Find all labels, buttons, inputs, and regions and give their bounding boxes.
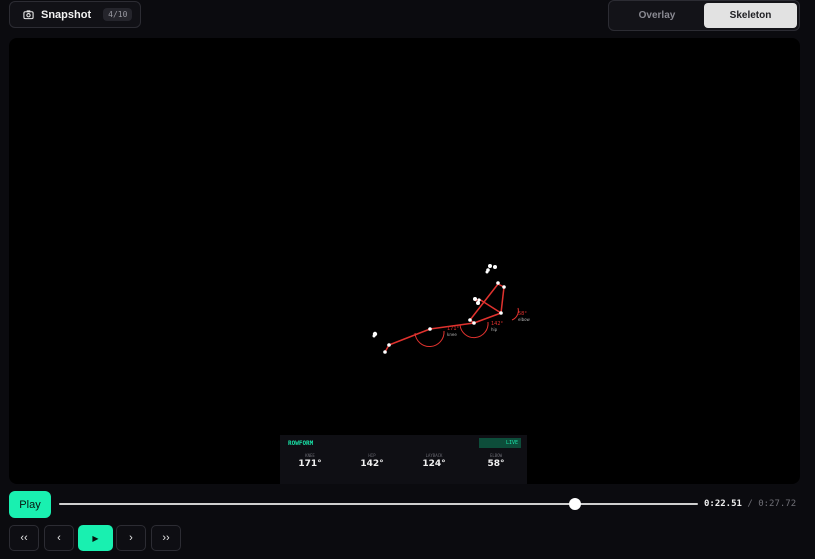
snapshot-button[interactable]: Snapshot 4/10 [9,1,141,28]
knee-name-label: knee [447,332,457,337]
skeleton-joint [372,334,376,338]
timeline-track[interactable] [59,503,698,505]
skeleton-joint [502,285,506,289]
skeleton-joint [472,321,476,325]
skeleton-joint [387,343,391,347]
stat-value: 142° [360,459,384,469]
skeleton-joint [493,265,497,269]
camera-icon [23,9,34,20]
timeline-thumb[interactable] [569,498,582,510]
stat-knee: KNEE 171° [288,453,332,469]
skeleton-bone [388,328,431,346]
stat-layback: LAYBACK 124° [412,453,456,469]
skeleton-joint [496,281,500,285]
current-time: 0:22.51 [704,499,742,509]
time-separator: / [747,499,753,509]
stat-elbow: ELBOW 58° [474,453,518,469]
skeleton-joint [488,264,492,268]
step-forward-button[interactable]: › [116,525,146,551]
stat-key: KNEE [305,453,315,458]
stats-panel: ROWFORM LIVE KNEE 171° HIP 142° LAYBACK … [280,435,527,484]
skeleton-overlay: 171° knee 142° hip 58° elbow [372,264,531,354]
skeleton-joint [476,301,480,305]
skeleton-bone [478,298,502,314]
stat-value: 124° [422,459,446,469]
skeleton-joint [468,318,472,322]
timeline-scrubber[interactable] [59,496,698,512]
play-button[interactable]: Play [9,491,51,518]
skeleton-joint [473,297,477,301]
step-back-button[interactable]: ‹ [44,525,74,551]
skeleton-joint [477,298,481,302]
stat-key: ELBOW [489,453,503,458]
stat-key: HIP [368,453,376,458]
stat-value: 171° [298,459,322,469]
play-icon-button[interactable]: ▶ [78,525,113,551]
stat-value: 58° [487,459,505,469]
skeleton-joint [428,327,432,331]
skeleton-joint [485,270,489,274]
live-badge: LIVE [479,438,521,448]
video-stage[interactable]: 171° knee 142° hip 58° elbow ROWFORM LIV… [9,38,800,484]
skip-forward-button[interactable]: ›› [151,525,181,551]
total-time: 0:27.72 [758,499,797,509]
time-display: 0:22.51 / 0:27.72 [704,499,796,509]
stat-key: LAYBACK [425,453,443,458]
view-mode-toggle: Overlay Skeleton [608,0,800,31]
skip-back-button[interactable]: ‹‹ [9,525,39,551]
skeleton-joint [499,311,503,315]
snapshot-label: Snapshot [41,8,92,21]
stats-brand: ROWFORM [288,440,314,447]
snapshot-count: 4/10 [103,8,133,21]
skeleton-bone [500,286,505,314]
mode-overlay-button[interactable]: Overlay [612,3,702,28]
mode-skeleton-button[interactable]: Skeleton [704,3,797,28]
stat-hip: HIP 142° [350,453,394,469]
elbow-name-label: elbow [518,317,531,322]
hip-name-label: hip [491,327,498,332]
skeleton-joint [383,350,387,354]
